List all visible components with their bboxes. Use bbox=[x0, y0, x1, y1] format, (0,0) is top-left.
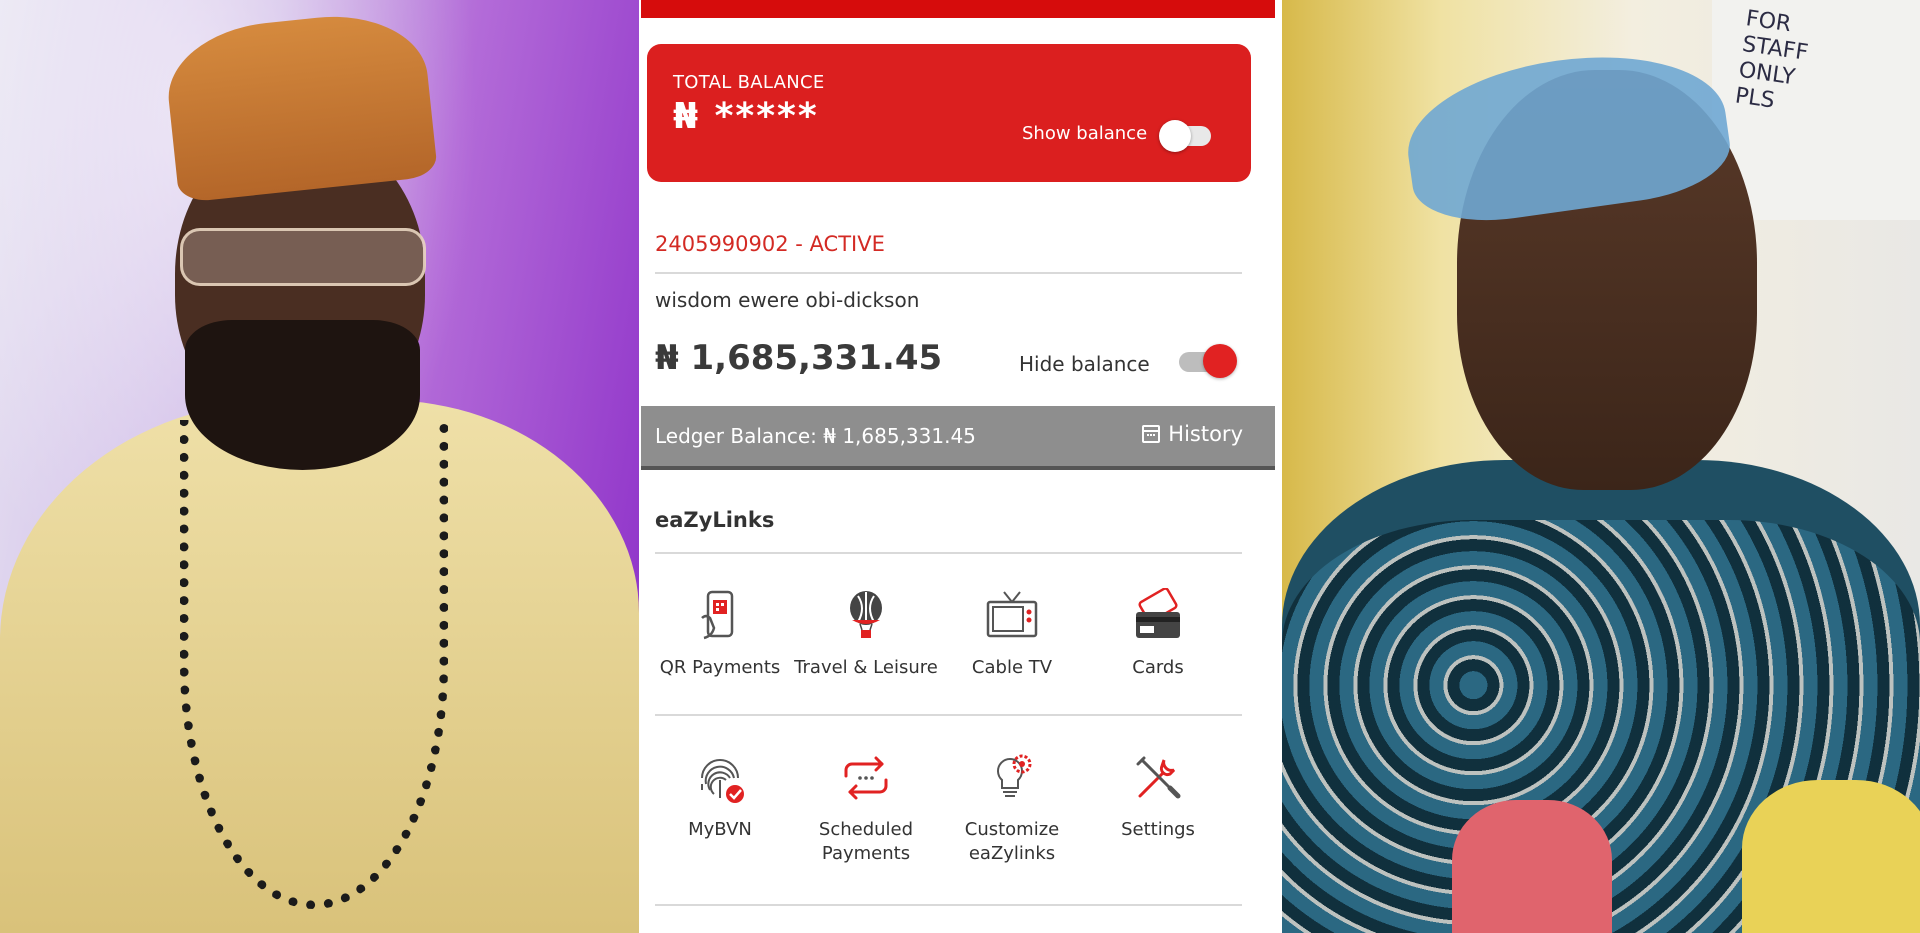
divider bbox=[655, 552, 1242, 554]
repeat-arrows-icon bbox=[836, 748, 896, 808]
toggle-knob bbox=[1203, 344, 1237, 378]
cards-tile[interactable]: Cards bbox=[1085, 586, 1231, 680]
divider bbox=[655, 904, 1242, 906]
photo-left bbox=[0, 0, 639, 933]
toggle-knob bbox=[1159, 120, 1191, 152]
app-top-bar bbox=[641, 0, 1275, 18]
qr-payments-tile[interactable]: QR Payments bbox=[647, 586, 793, 680]
qr-phone-icon bbox=[690, 586, 750, 646]
tv-icon bbox=[982, 586, 1042, 646]
tools-icon bbox=[1128, 748, 1188, 808]
bulb-gear-icon bbox=[982, 748, 1042, 808]
hide-balance-toggle[interactable] bbox=[1179, 344, 1239, 378]
banking-app-screen: TOTAL BALANCE ₦ ***** Show balance 24059… bbox=[639, 0, 1282, 933]
history-button[interactable]: History bbox=[1142, 422, 1243, 446]
account-number-status: 2405990902 - ACTIVE bbox=[655, 232, 885, 256]
customize-eazylinks-tile[interactable]: Customize eaZylinks bbox=[939, 748, 1085, 866]
hide-balance-label: Hide balance bbox=[1019, 352, 1150, 376]
show-balance-label: Show balance bbox=[1022, 123, 1148, 144]
tile-label: MyBVN bbox=[688, 819, 752, 840]
ledger-balance-bar: Ledger Balance: ₦ 1,685,331.45 History bbox=[641, 406, 1275, 470]
show-balance-toggle[interactable] bbox=[1159, 120, 1211, 152]
tile-label: Scheduled Payments bbox=[818, 819, 914, 864]
history-label: History bbox=[1168, 422, 1243, 446]
tile-label: QR Payments bbox=[659, 657, 781, 678]
travel-leisure-tile[interactable]: Travel & Leisure bbox=[793, 586, 939, 680]
tile-label: Settings bbox=[1121, 819, 1195, 840]
total-balance-masked: ₦ ***** bbox=[673, 96, 819, 137]
calendar-icon bbox=[1142, 425, 1161, 443]
settings-tile[interactable]: Settings bbox=[1085, 748, 1231, 866]
red-microphone-shape bbox=[1452, 800, 1612, 933]
cards-icon bbox=[1128, 586, 1188, 646]
cable-tv-tile[interactable]: Cable TV bbox=[939, 586, 1085, 680]
divider bbox=[655, 714, 1242, 716]
total-balance-label: TOTAL BALANCE bbox=[673, 72, 825, 93]
staff-sign-text: FOR STAFF ONLY PLS bbox=[1733, 6, 1810, 114]
total-balance-card: TOTAL BALANCE ₦ ***** Show balance bbox=[647, 44, 1251, 182]
glasses-shape bbox=[180, 228, 426, 286]
account-holder-name: wisdom ewere obi-dickson bbox=[655, 288, 920, 312]
account-balance: ₦ 1,685,331.45 bbox=[655, 338, 943, 378]
mybvn-tile[interactable]: MyBVN bbox=[647, 748, 793, 866]
cap-shape bbox=[161, 6, 439, 204]
balloon-icon bbox=[836, 586, 896, 646]
tile-label: Cable TV bbox=[971, 657, 1053, 678]
eazylinks-title: eaZyLinks bbox=[655, 508, 775, 532]
yellow-microphone-shape bbox=[1742, 780, 1920, 933]
tile-label: Travel & Leisure bbox=[794, 657, 938, 678]
fingerprint-icon bbox=[690, 748, 750, 808]
eazylinks-row-1: QR Payments Travel & Leisure Cable TV Ca… bbox=[647, 586, 1251, 680]
ledger-balance-text: Ledger Balance: ₦ 1,685,331.45 bbox=[655, 424, 976, 448]
scheduled-payments-tile[interactable]: Scheduled Payments bbox=[793, 748, 939, 866]
tile-label: Cards bbox=[1132, 657, 1184, 678]
photo-right: FOR STAFF ONLY PLS bbox=[1282, 0, 1920, 933]
tile-label: Customize eaZylinks bbox=[964, 819, 1060, 864]
eazylinks-row-2: MyBVN Scheduled Payments Customize eaZyl… bbox=[647, 748, 1251, 866]
bead-necklace-shape bbox=[180, 420, 448, 909]
divider bbox=[655, 272, 1242, 274]
